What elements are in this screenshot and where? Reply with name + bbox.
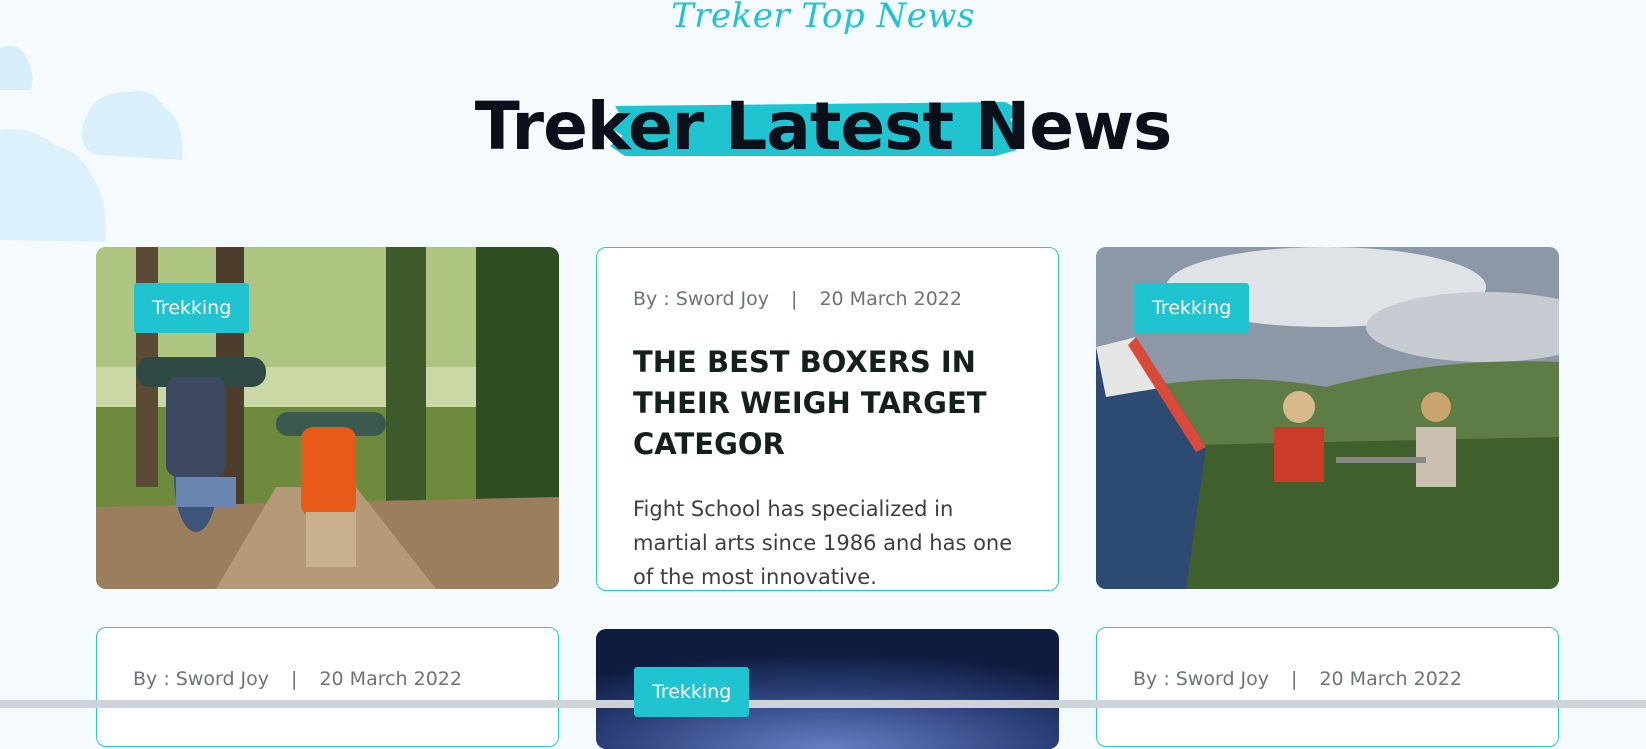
- section-eyebrow: Treker Top News: [671, 0, 975, 36]
- news-card-image[interactable]: Trekking: [596, 629, 1059, 749]
- post-description: Fight School has specialized in martial …: [633, 497, 1013, 589]
- category-badge[interactable]: Trekking: [134, 283, 250, 333]
- news-card-image[interactable]: Trekking: [96, 247, 559, 589]
- post-headline[interactable]: THE BEST BOXERS IN THEIR WEIGH TARGET CA…: [633, 342, 1022, 465]
- meta-separator: |: [1291, 668, 1298, 690]
- news-card-text[interactable]: By : Sword Joy | 20 March 2022 THE BEST …: [596, 247, 1059, 591]
- post-author: By : Sword Joy: [133, 668, 270, 690]
- post-meta: By : Sword Joy | 20 March 2022: [633, 288, 1022, 310]
- post-date: 20 March 2022: [819, 288, 962, 310]
- post-date: 20 March 2022: [319, 668, 462, 690]
- post-meta: By : Sword Joy | 20 March 2022: [1133, 668, 1522, 690]
- post-meta: By : Sword Joy | 20 March 2022: [133, 668, 522, 690]
- news-card-image[interactable]: Trekking: [1096, 247, 1559, 589]
- meta-separator: |: [791, 288, 798, 310]
- horizontal-scrollbar[interactable]: [0, 700, 1646, 708]
- news-card-text[interactable]: By : Sword Joy | 20 March 2022: [1096, 627, 1559, 747]
- section-title: Treker Latest News: [474, 88, 1172, 165]
- post-date: 20 March 2022: [1319, 668, 1462, 690]
- post-author: By : Sword Joy: [1133, 668, 1270, 690]
- meta-separator: |: [291, 668, 298, 690]
- category-badge[interactable]: Trekking: [1134, 283, 1250, 333]
- post-author: By : Sword Joy: [633, 288, 770, 310]
- news-card-text[interactable]: By : Sword Joy | 20 March 2022: [96, 627, 559, 747]
- category-badge[interactable]: Trekking: [634, 667, 750, 717]
